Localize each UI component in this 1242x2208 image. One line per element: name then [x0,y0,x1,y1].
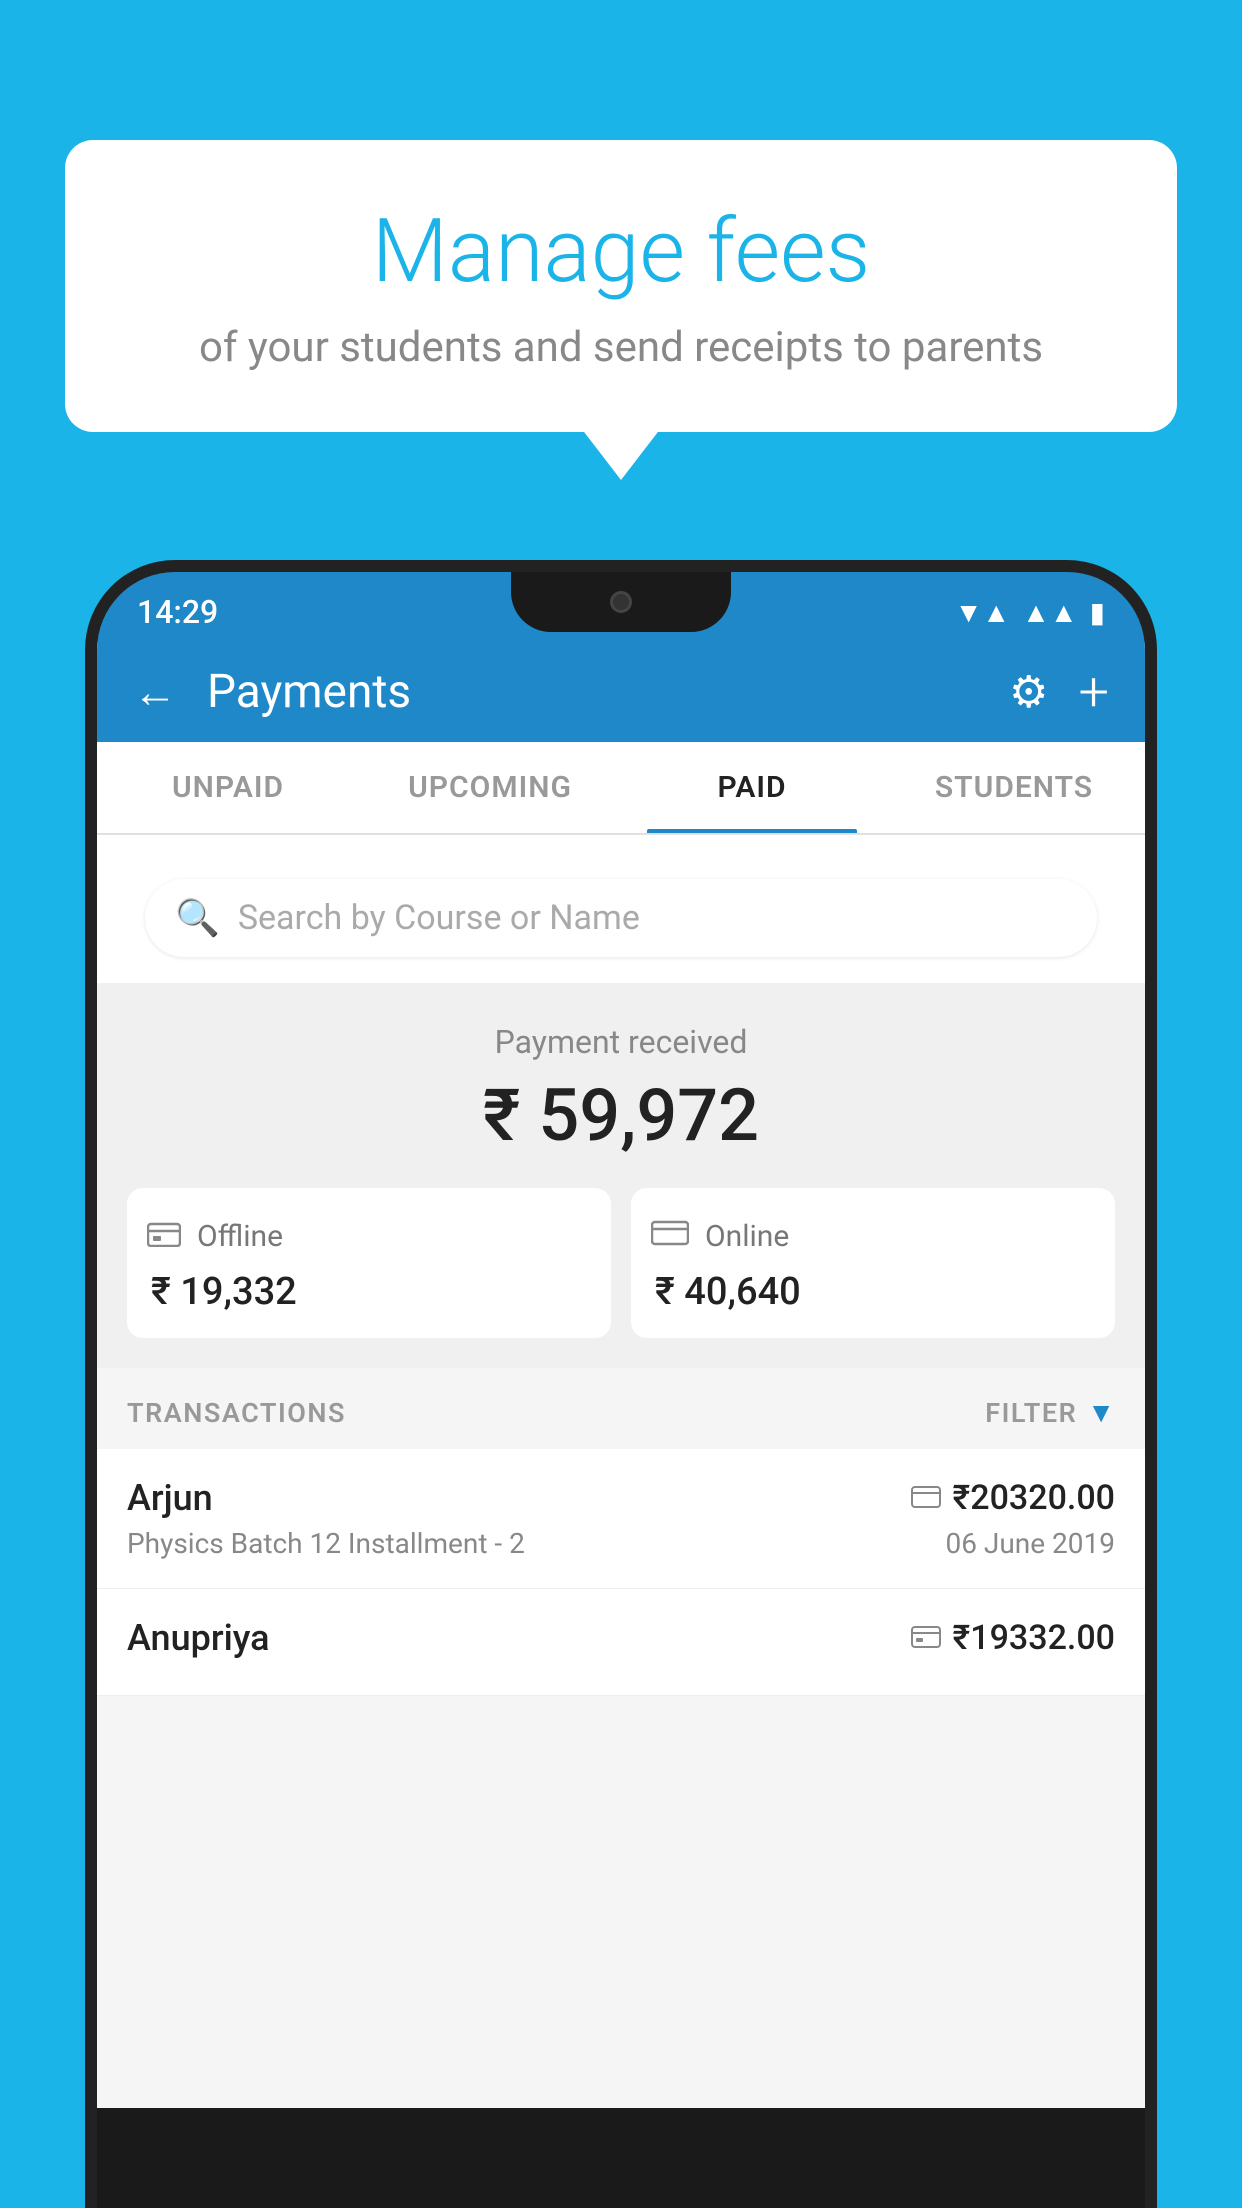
side-button-power [1153,892,1157,1052]
side-button-vol-down2 [85,1032,89,1152]
transaction-amount-container-2: ₹19332.00 [911,1618,1115,1658]
transaction-amount-2: ₹19332.00 [953,1618,1115,1658]
transaction-name-1: Arjun [127,1477,213,1519]
payment-received-section: Payment received ₹ 59,972 [97,983,1145,1368]
offline-card-amount: ₹ 19,332 [147,1270,591,1314]
payment-received-label: Payment received [127,1023,1115,1061]
side-button-vol-down [85,882,89,1002]
filter-icon: ▼ [1087,1396,1115,1429]
status-time: 14:29 [137,593,218,631]
bubble-subtitle: of your students and send receipts to pa… [135,323,1107,372]
phone-frame: 14:29 ▼▲ ▲▲ ▮ ← Payments ⚙ + [85,560,1157,2208]
camera-dot [610,591,632,613]
transaction-row-2[interactable]: Anupriya ₹19332.00 [97,1589,1145,1696]
online-payment-card: Online ₹ 40,640 [631,1188,1115,1338]
search-bar[interactable]: 🔍 Search by Course or Name [145,879,1097,957]
wifi-icon: ▼▲ [955,596,1010,629]
tab-paid[interactable]: PAID [621,742,883,833]
phone-screen: ← Payments ⚙ + UNPAID UPCOMING PAID [97,642,1145,2108]
transaction-row-1-top: Arjun ₹20320.00 [127,1477,1115,1519]
payment-cards: Offline ₹ 19,332 [127,1188,1115,1338]
status-icons: ▼▲ ▲▲ ▮ [955,596,1105,629]
offline-payment-card: Offline ₹ 19,332 [127,1188,611,1338]
transaction-date-1: 06 June 2019 [945,1527,1115,1560]
online-card-amount: ₹ 40,640 [651,1270,1095,1314]
online-icon [651,1216,689,1256]
offline-icon [147,1216,181,1256]
transactions-label: TRANSACTIONS [127,1397,346,1429]
transaction-row-1[interactable]: Arjun ₹20320.00 Physics [97,1449,1145,1589]
transaction-type-icon-1 [911,1481,941,1516]
phone-container: 14:29 ▼▲ ▲▲ ▮ ← Payments ⚙ + [85,560,1157,2208]
search-icon: 🔍 [175,897,220,939]
payment-received-amount: ₹ 59,972 [127,1073,1115,1158]
filter-container[interactable]: FILTER ▼ [985,1396,1115,1429]
tab-upcoming[interactable]: UPCOMING [359,742,621,833]
transaction-type-icon-2 [911,1621,941,1656]
transaction-course-1: Physics Batch 12 Installment - 2 [127,1527,525,1560]
back-button[interactable]: ← [133,666,177,718]
transaction-name-2: Anupriya [127,1617,270,1659]
bubble-title: Manage fees [135,200,1107,303]
signal-icon: ▲▲ [1022,596,1077,629]
offline-card-type: Offline [197,1219,283,1254]
page-title: Payments [207,665,979,719]
phone-notch [511,572,731,632]
tabs-container: UNPAID UPCOMING PAID STUDENTS [97,742,1145,835]
speech-bubble: Manage fees of your students and send re… [65,140,1177,432]
transactions-header: TRANSACTIONS FILTER ▼ [97,1368,1145,1449]
gear-icon[interactable]: ⚙ [1009,666,1048,718]
app-header: ← Payments ⚙ + [97,642,1145,742]
transaction-row-1-bottom: Physics Batch 12 Installment - 2 06 June… [127,1527,1115,1560]
speech-bubble-container: Manage fees of your students and send re… [65,140,1177,432]
transaction-amount-1: ₹20320.00 [953,1478,1115,1518]
transaction-row-2-top: Anupriya ₹19332.00 [127,1617,1115,1659]
add-button[interactable]: + [1078,661,1109,724]
transaction-amount-container-1: ₹20320.00 [911,1478,1115,1518]
tab-unpaid[interactable]: UNPAID [97,742,359,833]
side-button-vol-up [85,772,89,852]
online-card-type: Online [705,1219,789,1254]
offline-card-header: Offline [147,1216,591,1256]
tab-students[interactable]: STUDENTS [883,742,1145,833]
battery-icon: ▮ [1090,596,1105,629]
online-card-header: Online [651,1216,1095,1256]
search-placeholder: Search by Course or Name [238,898,640,938]
filter-label: FILTER [985,1397,1077,1429]
